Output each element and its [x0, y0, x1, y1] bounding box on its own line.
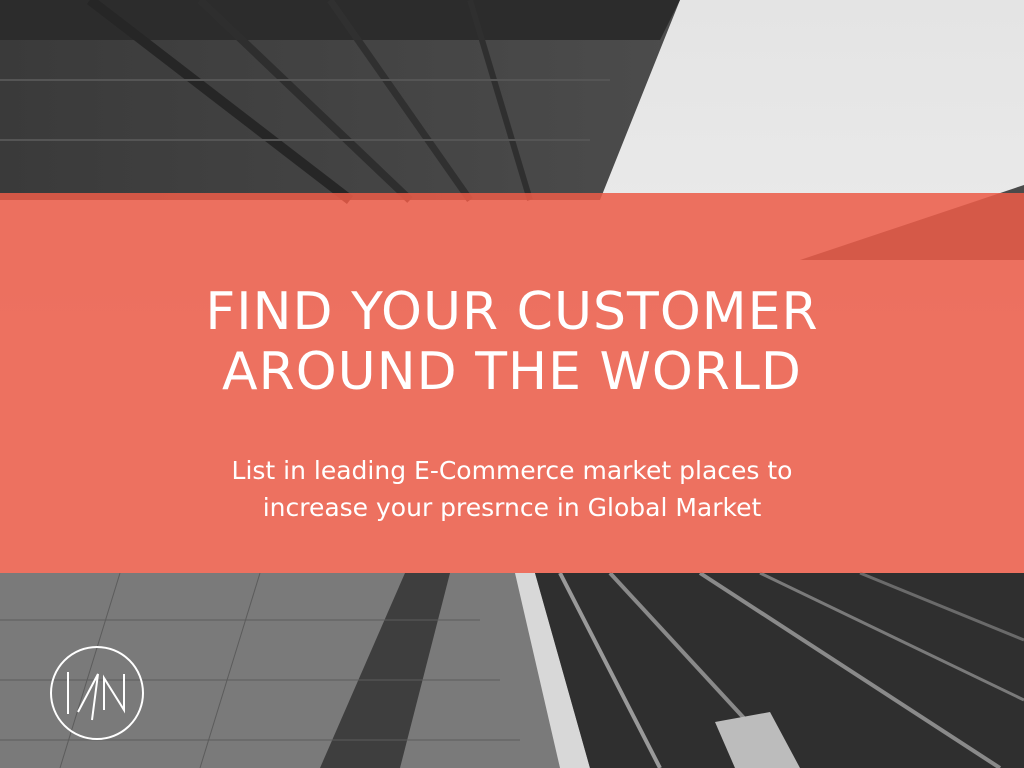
subtitle-line-2: increase your presrnce in Global Market [262, 493, 762, 522]
headline: FIND YOUR CUSTOMER AROUND THE WORLD [0, 282, 1024, 402]
headline-line-2: AROUND THE WORLD [222, 342, 802, 402]
kn-monogram-circle-icon [50, 646, 144, 740]
subtitle-line-1: List in leading E-Commerce market places… [231, 456, 793, 485]
headline-line-1: FIND YOUR CUSTOMER [205, 282, 819, 342]
subtitle: List in leading E-Commerce market places… [0, 452, 1024, 526]
hero-poster: FIND YOUR CUSTOMER AROUND THE WORLD List… [0, 0, 1024, 768]
